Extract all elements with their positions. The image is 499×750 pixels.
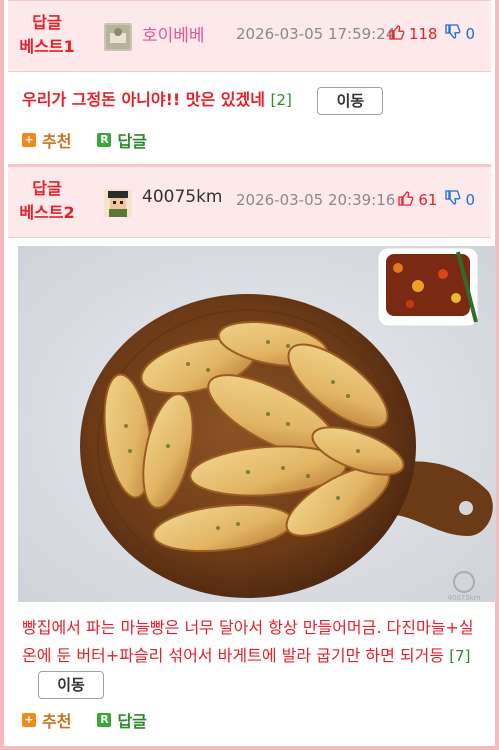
recommend-label: 추천 bbox=[42, 132, 72, 151]
garlic-bread-image: 40075km bbox=[18, 246, 496, 602]
reply-button[interactable]: R 답글 bbox=[97, 708, 147, 732]
vote-counts: 61 0 bbox=[398, 190, 475, 210]
best-reply-badge: 답글 베스트1 bbox=[19, 13, 75, 56]
reply-label: 답글 bbox=[117, 132, 147, 151]
reply-count[interactable]: [7] bbox=[449, 647, 470, 665]
svg-text:40075km: 40075km bbox=[447, 594, 480, 602]
recommend-button[interactable]: + 추천 bbox=[22, 128, 71, 152]
plus-square-icon: + bbox=[22, 713, 36, 727]
author-name[interactable]: 호이베베 bbox=[142, 21, 205, 46]
post-date: 2026-03-05 17:59:24 bbox=[236, 25, 396, 43]
best-reply-badge: 답글 베스트2 bbox=[19, 179, 75, 222]
thumbs-down-icon[interactable] bbox=[445, 24, 461, 44]
thumbs-up-icon[interactable] bbox=[398, 190, 414, 210]
move-button[interactable]: 이동 bbox=[317, 86, 384, 115]
vote-counts: 118 0 bbox=[389, 24, 475, 44]
upvote-count: 118 bbox=[408, 25, 438, 43]
comment-actions: + 추천 R 답글 bbox=[22, 128, 147, 152]
post-date: 2026-03-05 20:39:16 bbox=[236, 191, 396, 209]
thumbs-down-icon[interactable] bbox=[445, 190, 461, 210]
author-name[interactable]: 40075km bbox=[142, 187, 222, 207]
r-square-icon: R bbox=[97, 133, 112, 147]
r-square-icon: R bbox=[97, 713, 112, 727]
move-button[interactable]: 이동 bbox=[38, 670, 104, 699]
comment-body: 빵집에서 파는 마늘빵은 너무 달아서 항상 만들어머금. 다진마늘+실온에 둔… bbox=[22, 618, 474, 665]
comment-photo[interactable]: 40075km bbox=[18, 246, 496, 602]
upvote-count: 61 bbox=[418, 191, 438, 209]
avatar[interactable] bbox=[104, 189, 132, 217]
reply-button[interactable]: R 답글 bbox=[97, 128, 147, 152]
downvote-count: 0 bbox=[465, 191, 475, 209]
comment-body: 우리가 그정돈 아니야!! 맛은 있겠네 bbox=[22, 90, 265, 109]
recommend-label: 추천 bbox=[42, 712, 72, 731]
comment-text: 우리가 그정돈 아니야!! 맛은 있겠네 [2] 이동 bbox=[22, 86, 384, 115]
comment-text: 빵집에서 파는 마늘빵은 너무 달아서 항상 만들어머금. 다진마늘+실온에 둔… bbox=[22, 614, 488, 699]
downvote-count: 0 bbox=[465, 25, 475, 43]
best-reply-header-1: 답글 베스트1 호이베베 2026-03-05 17:59:24 118 0 bbox=[8, 0, 491, 72]
best-reply-header-2: 답글 베스트2 40075km 2026-03-05 20:39:16 61 0 bbox=[8, 166, 491, 238]
thumbs-up-icon[interactable] bbox=[389, 24, 405, 44]
avatar[interactable] bbox=[104, 23, 132, 51]
reply-label: 답글 bbox=[117, 712, 147, 731]
recommend-button[interactable]: + 추천 bbox=[22, 708, 71, 732]
plus-square-icon: + bbox=[22, 133, 36, 147]
reply-count[interactable]: [2] bbox=[271, 91, 292, 109]
comment-actions: + 추천 R 답글 bbox=[22, 708, 147, 732]
comment-panel: 답글 베스트1 호이베베 2026-03-05 17:59:24 118 0 우… bbox=[0, 0, 499, 750]
